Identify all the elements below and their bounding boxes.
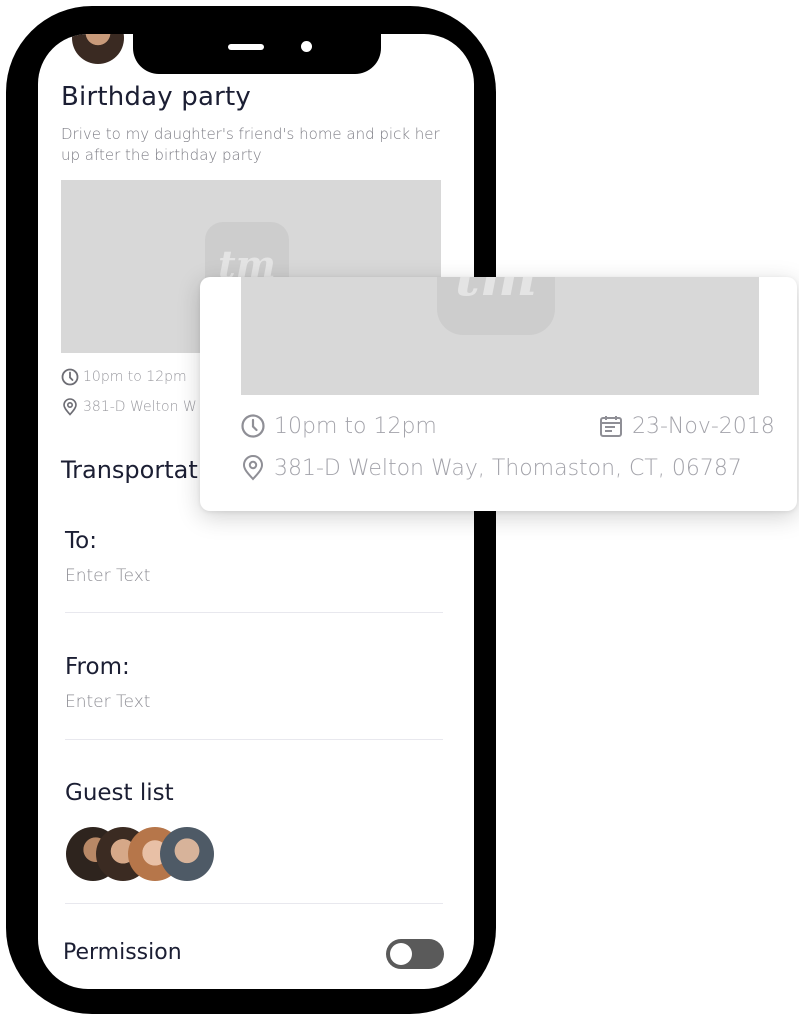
watermark-logo: tm [437, 277, 555, 335]
event-detail-popup: tm 10pm to 12pm 23-Nov-2018 381-D Welton… [200, 277, 797, 511]
to-input[interactable]: Enter Text [65, 566, 150, 586]
event-time-row: 10pm to 12pm [61, 368, 187, 386]
event-title: Birthday party [61, 82, 252, 112]
clock-icon [240, 413, 266, 439]
guest-avatars[interactable] [66, 827, 216, 883]
avatar[interactable] [160, 827, 214, 881]
phone-notch [133, 32, 381, 74]
guest-list-heading: Guest list [65, 780, 174, 806]
calendar-icon [598, 413, 624, 439]
speaker [228, 44, 264, 50]
host-avatar[interactable] [72, 34, 124, 64]
popup-address: 381-D Welton Way, Thomaston, CT, 06787 [274, 455, 742, 481]
event-address-row: 381-D Welton W [61, 398, 197, 416]
app-screen: Birthday party Drive to my daughter's fr… [38, 34, 474, 989]
transportation-heading: Transportat [61, 456, 198, 484]
to-label: To: [65, 528, 97, 554]
popup-time-row: 10pm to 12pm [240, 413, 437, 439]
popup-time: 10pm to 12pm [274, 413, 437, 439]
divider [65, 739, 443, 740]
from-label: From: [65, 654, 130, 680]
toggle-knob [390, 943, 412, 965]
clock-icon [61, 368, 79, 386]
event-address: 381-D Welton W [83, 399, 197, 415]
popup-date: 23-Nov-2018 [632, 413, 775, 439]
popup-image: tm [241, 277, 759, 395]
popup-date-row: 23-Nov-2018 [598, 413, 775, 439]
location-pin-icon [240, 455, 266, 481]
divider [65, 903, 443, 904]
event-description: Drive to my daughter's friend's home and… [61, 125, 440, 164]
event-time: 10pm to 12pm [83, 369, 187, 385]
divider [65, 612, 443, 613]
popup-address-row: 381-D Welton Way, Thomaston, CT, 06787 [240, 455, 742, 481]
permission-toggle[interactable] [386, 939, 444, 969]
location-pin-icon [61, 398, 79, 416]
from-input[interactable]: Enter Text [65, 692, 150, 712]
camera [301, 41, 312, 52]
permission-label: Permission [63, 940, 182, 965]
